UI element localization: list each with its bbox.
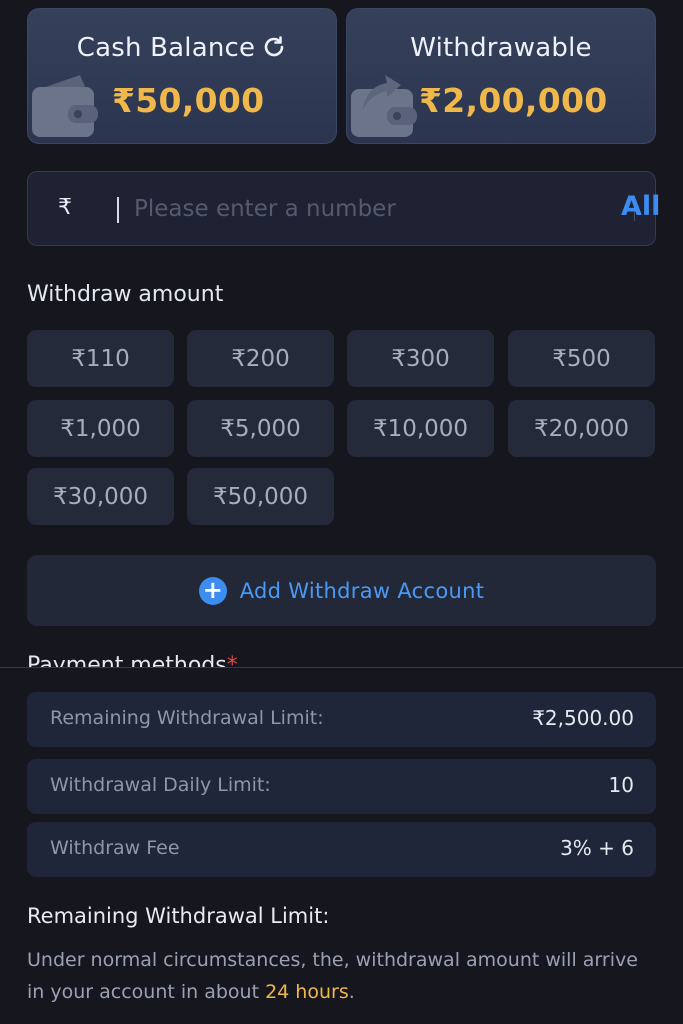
- all-button[interactable]: All: [621, 191, 660, 222]
- cash-balance-label: Cash Balance: [76, 33, 256, 63]
- daily-limit-value: 10: [608, 773, 634, 797]
- withdraw-amount-label: Withdraw amount: [27, 282, 224, 307]
- amount-option-300[interactable]: ₹300: [347, 330, 494, 387]
- currency-symbol: ₹: [58, 195, 72, 220]
- add-withdraw-account-label: Add Withdraw Account: [239, 578, 485, 603]
- withdraw-fee-value: 3% + 6: [560, 836, 634, 860]
- wallet-icon: [32, 75, 98, 137]
- daily-limit-key: Withdrawal Daily Limit:: [50, 774, 271, 796]
- amount-option-10000[interactable]: ₹10,000: [347, 400, 494, 457]
- notes-body-suffix: .: [348, 981, 355, 1003]
- add-withdraw-account-button[interactable]: + Add Withdraw Account: [27, 555, 656, 626]
- amount-input-box[interactable]: ₹: [27, 171, 656, 246]
- amount-option-5000[interactable]: ₹5,000: [187, 400, 334, 457]
- withdrawable-card: Withdrawable ₹2,00,000: [346, 8, 656, 144]
- amount-option-30000[interactable]: ₹30,000: [27, 468, 174, 525]
- cash-balance-card: Cash Balance ₹50,000: [27, 8, 337, 144]
- amount-input[interactable]: [132, 188, 612, 230]
- required-mark: *: [226, 653, 238, 667]
- withdraw-fee-row: Withdraw Fee 3% + 6: [27, 822, 656, 877]
- plus-circle-icon: +: [198, 576, 227, 605]
- payment-methods-label: Payment methods: [27, 653, 227, 667]
- notes-body-highlight: 24 hours: [265, 981, 349, 1003]
- withdrawable-title: Withdrawable: [410, 33, 592, 63]
- withdrawable-value: ₹2,00,000: [419, 81, 608, 120]
- amount-option-500[interactable]: ₹500: [508, 330, 655, 387]
- section-divider: [0, 667, 683, 668]
- amount-option-200[interactable]: ₹200: [187, 330, 334, 387]
- text-caret: [117, 197, 119, 223]
- withdraw-fee-key: Withdraw Fee: [50, 837, 180, 859]
- notes-body: Under normal circumstances, the, withdra…: [27, 944, 657, 1008]
- amount-option-20000[interactable]: ₹20,000: [508, 400, 655, 457]
- withdraw-page: Cash Balance ₹50,000 Withdrawable ₹2,00,…: [0, 0, 683, 1024]
- remaining-limit-row: Remaining Withdrawal Limit: ₹2,500.00: [27, 692, 656, 747]
- notes-title: Remaining Withdrawal Limit:: [27, 904, 330, 928]
- cash-balance-title: Cash Balance: [28, 33, 336, 67]
- wallet-withdraw-icon: [351, 75, 417, 137]
- cash-balance-value: ₹50,000: [112, 81, 265, 120]
- amount-option-1000[interactable]: ₹1,000: [27, 400, 174, 457]
- refresh-icon[interactable]: [261, 34, 287, 67]
- amount-option-50000[interactable]: ₹50,000: [187, 468, 334, 525]
- amount-option-110[interactable]: ₹110: [27, 330, 174, 387]
- remaining-limit-value: ₹2,500.00: [532, 706, 634, 730]
- remaining-limit-key: Remaining Withdrawal Limit:: [50, 707, 324, 729]
- daily-limit-row: Withdrawal Daily Limit: 10: [27, 759, 656, 814]
- payment-methods-heading: Payment methods*: [27, 651, 238, 667]
